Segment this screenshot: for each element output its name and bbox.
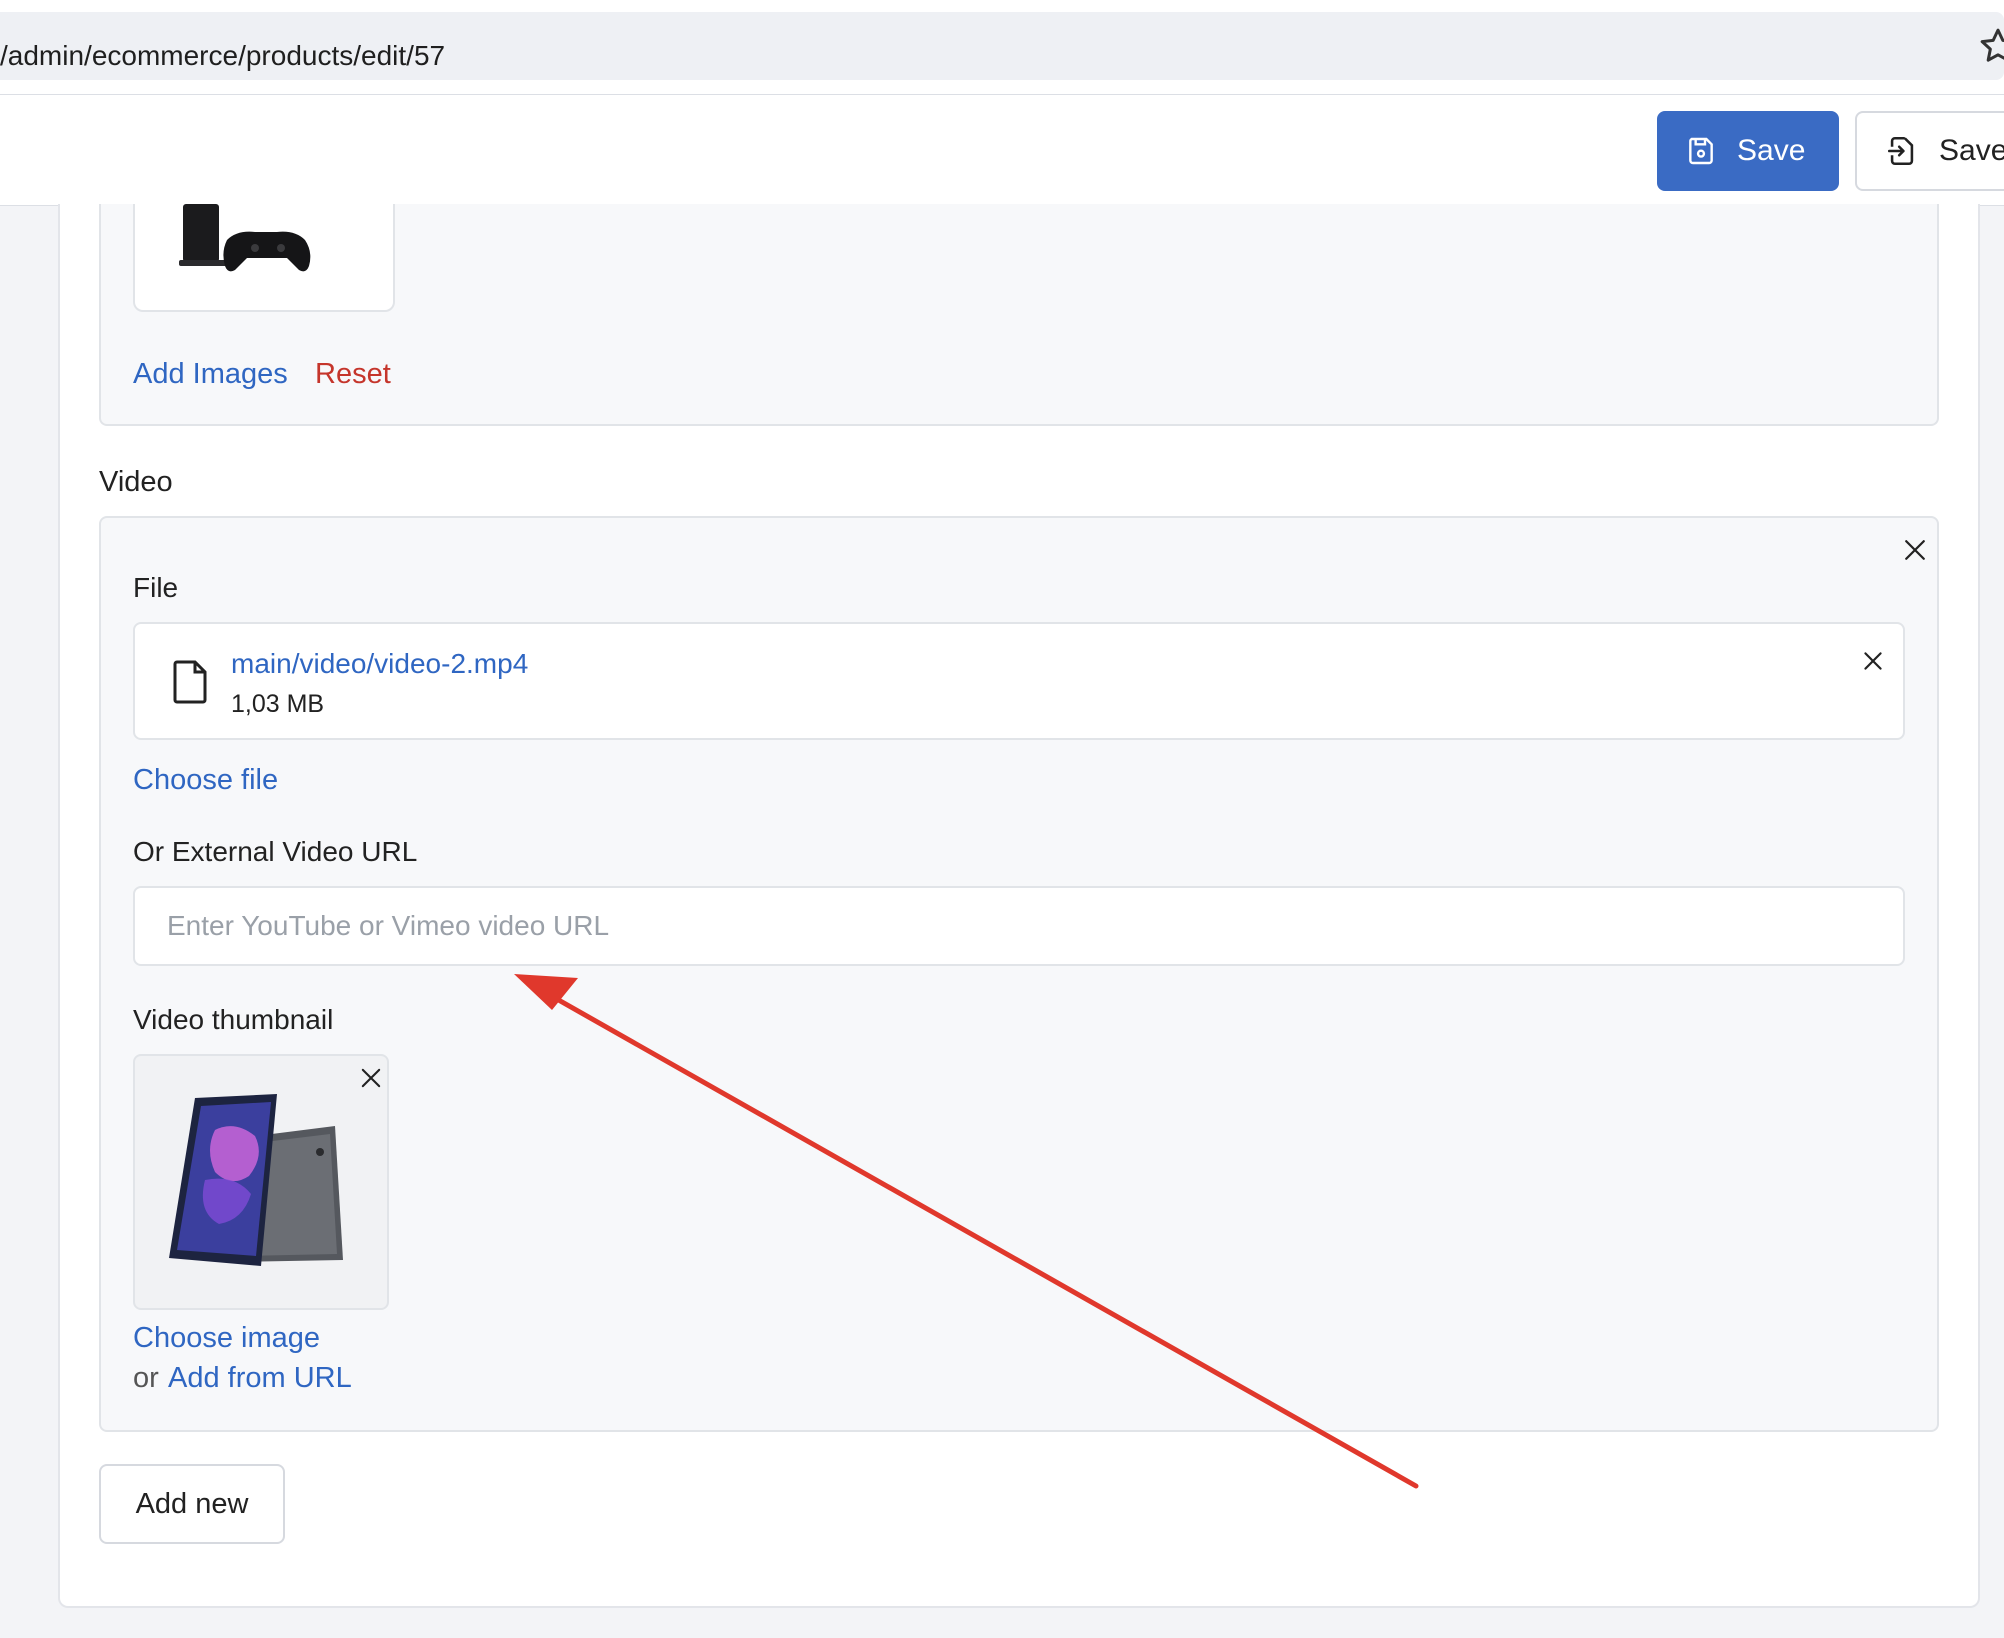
file-size: 1,03 MB	[231, 690, 325, 718]
add-from-url-link[interactable]: Add from URL	[168, 1362, 352, 1395]
browser-address-bar: /admin/ecommerce/products/edit/57	[0, 0, 2004, 94]
add-new-video-button[interactable]: Add new	[99, 1464, 285, 1544]
video-thumbnail-card[interactable]	[133, 1054, 389, 1310]
console-image	[179, 204, 311, 272]
bookmark-star-icon[interactable]	[1978, 26, 2004, 66]
save-and-exit-button[interactable]: Save	[1855, 111, 2004, 191]
save-icon	[1689, 137, 1713, 165]
save-and-exit-label: Save	[1939, 134, 2004, 167]
add-images-link[interactable]: Add Images	[133, 358, 288, 391]
save-button[interactable]: Save	[1657, 111, 1839, 191]
form-actions-toolbar: Save Save	[0, 94, 2004, 206]
save-button-label: Save	[1737, 134, 1806, 167]
tablet-image	[169, 1094, 343, 1266]
choose-file-link[interactable]: Choose file	[133, 764, 278, 797]
save-exit-icon	[1887, 136, 1914, 166]
add-new-label: Add new	[135, 1487, 249, 1520]
video-section-title: Video	[99, 466, 173, 498]
file-icon	[173, 660, 207, 704]
video-thumbnail-label: Video thumbnail	[133, 1004, 334, 1035]
remove-thumbnail-icon[interactable]	[357, 1064, 385, 1092]
reset-images-link[interactable]: Reset	[315, 358, 391, 391]
close-icon[interactable]	[1900, 535, 1930, 565]
choose-image-link[interactable]: Choose image	[133, 1322, 320, 1355]
external-url-label: Or External Video URL	[133, 836, 418, 867]
url-field[interactable]: /admin/ecommerce/products/edit/57	[0, 12, 2004, 80]
file-label: File	[133, 572, 179, 603]
url-text: /admin/ecommerce/products/edit/57	[0, 40, 446, 71]
uploaded-file-card: main/video/video-2.mp4 1,03 MB	[133, 622, 1905, 740]
external-video-url-input[interactable]	[133, 886, 1905, 966]
or-text: or	[133, 1362, 159, 1394]
product-image-thumbnail[interactable]	[133, 204, 395, 312]
file-name-link[interactable]: main/video/video-2.mp4	[231, 648, 528, 680]
remove-file-icon[interactable]	[1860, 648, 1886, 674]
